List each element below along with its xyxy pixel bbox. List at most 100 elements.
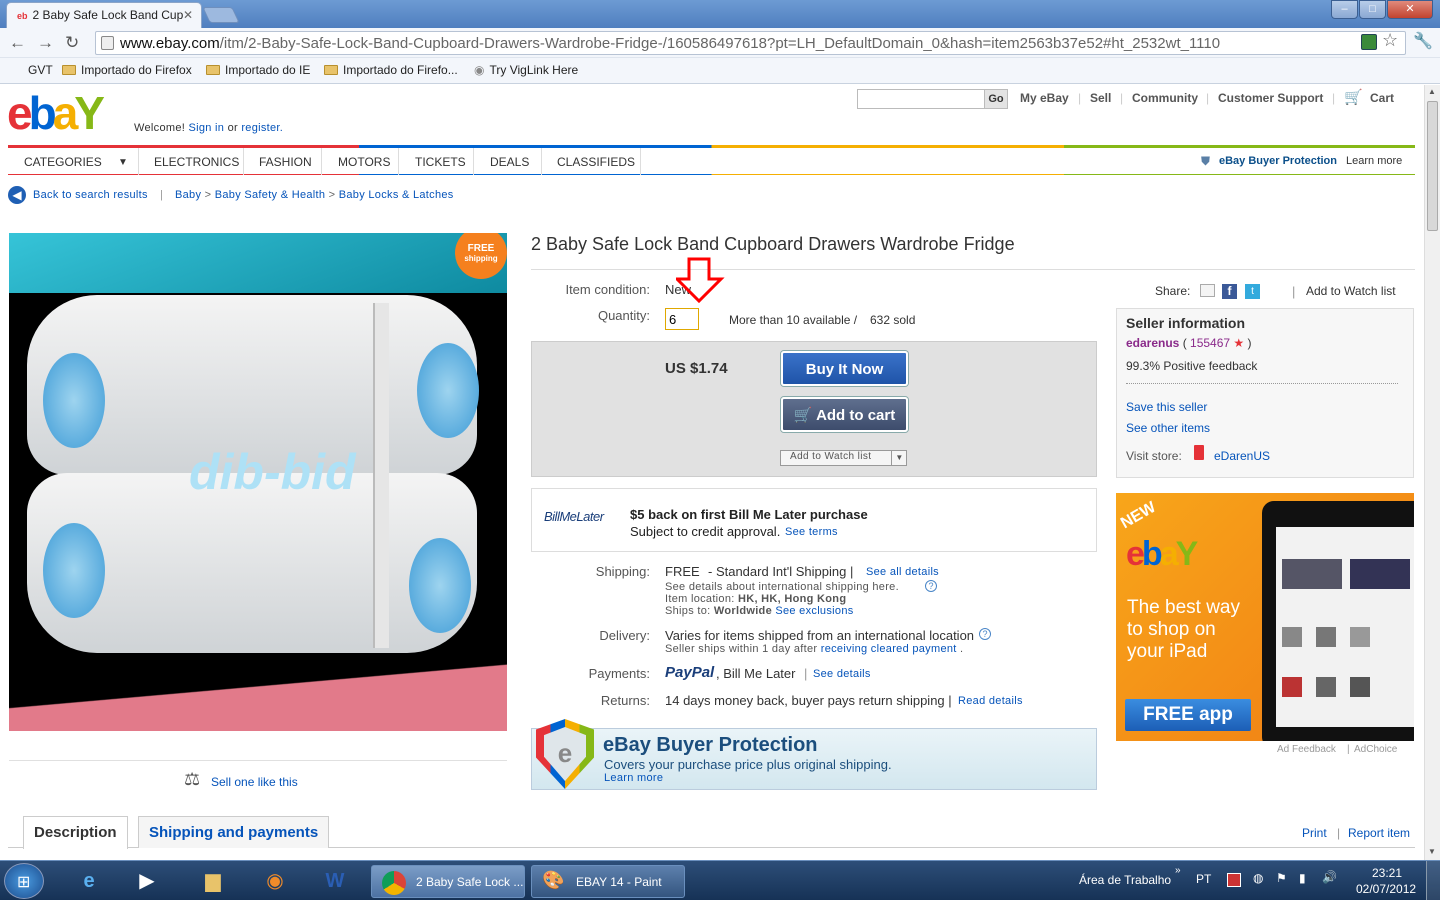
volume-icon[interactable]: 🔊: [1322, 870, 1337, 884]
breadcrumb-locks[interactable]: Baby Locks & Latches: [339, 189, 454, 201]
word-icon[interactable]: W: [318, 865, 352, 897]
bookmark-star-icon[interactable]: ☆: [1382, 30, 1398, 51]
buyer-protection-learn-more[interactable]: Learn more: [1346, 155, 1402, 167]
see-terms-link[interactable]: See terms: [785, 526, 838, 538]
taskbar-paint[interactable]: 🎨 EBAY 14 - Paint: [531, 865, 685, 898]
media-player-icon[interactable]: ▶: [130, 865, 164, 897]
start-button[interactable]: ⊞: [4, 863, 44, 899]
address-bar[interactable]: www.ebay.com/itm/2-Baby-Safe-Lock-Band-C…: [95, 31, 1406, 55]
chevron-down-icon[interactable]: ▼: [118, 157, 128, 168]
sell-one-link[interactable]: Sell one like this: [211, 775, 298, 789]
scroll-down-icon[interactable]: ▼: [1428, 847, 1436, 856]
tab-description[interactable]: Description: [23, 816, 128, 849]
chevron-down-icon[interactable]: ▼: [891, 451, 907, 465]
bookmark-viglink[interactable]: ◉ Try VigLink Here: [474, 63, 578, 77]
facebook-icon[interactable]: f: [1222, 284, 1237, 299]
deals-link[interactable]: DEALS: [490, 155, 529, 169]
tray-antivirus-icon[interactable]: [1227, 873, 1241, 887]
see-all-details-link[interactable]: See all details: [866, 566, 939, 578]
new-tab-button[interactable]: [202, 7, 240, 23]
customer-support-link[interactable]: Customer Support: [1218, 91, 1323, 105]
my-ebay-link[interactable]: My eBay: [1020, 91, 1069, 105]
scroll-up-icon[interactable]: ▲: [1428, 87, 1436, 96]
community-link[interactable]: Community: [1132, 91, 1198, 105]
browser-tab[interactable]: eb 2 Baby Safe Lock Band Cup ✕: [6, 2, 202, 28]
report-item-link[interactable]: Report item: [1348, 826, 1410, 840]
categories-menu[interactable]: CATEGORIES: [24, 155, 102, 169]
quantity-input[interactable]: [665, 308, 699, 330]
protection-learn-more[interactable]: Learn more: [604, 772, 663, 784]
help-icon[interactable]: ?: [979, 628, 991, 640]
bookmark-folder-firefox[interactable]: Importado do Firefox: [62, 63, 192, 77]
forward-arrow-icon[interactable]: →: [37, 33, 54, 53]
buy-it-now-button[interactable]: Buy It Now: [781, 351, 908, 386]
close-window-button[interactable]: ✕: [1387, 0, 1433, 19]
breadcrumb-baby[interactable]: Baby: [175, 189, 201, 201]
cart-link[interactable]: Cart: [1370, 91, 1394, 105]
see-exclusions-link[interactable]: See exclusions: [775, 605, 853, 617]
product-image[interactable]: dib-bid FREE shipping: [9, 233, 507, 731]
clock-date[interactable]: 02/07/2012: [1356, 882, 1416, 896]
electronics-link[interactable]: ELECTRONICS: [154, 155, 239, 169]
add-to-cart-button[interactable]: 🛒 Add to cart: [781, 397, 908, 432]
motors-link[interactable]: MOTORS: [338, 155, 390, 169]
cart-icon[interactable]: 🛒: [1344, 88, 1363, 106]
classifieds-link[interactable]: CLASSIFIEDS: [557, 155, 635, 169]
go-button[interactable]: Go: [984, 89, 1008, 109]
fashion-link[interactable]: FASHION: [259, 155, 312, 169]
wrench-icon[interactable]: 🔧: [1413, 31, 1433, 51]
read-details-link[interactable]: Read details: [958, 695, 1023, 707]
chevron-right-icon[interactable]: »: [1175, 865, 1181, 876]
internet-explorer-icon[interactable]: e: [72, 865, 106, 897]
add-to-watch-list-button[interactable]: Add to Watch list ▼: [780, 450, 907, 466]
sign-in-link[interactable]: Sign in: [188, 122, 224, 134]
maximize-button[interactable]: □: [1359, 0, 1386, 19]
extension-icon[interactable]: [1361, 34, 1377, 50]
tab-close-icon[interactable]: ✕: [183, 8, 193, 22]
reload-icon[interactable]: ↻: [65, 33, 79, 53]
bookmark-folder-ie[interactable]: Importado do IE: [206, 63, 310, 77]
clock-time[interactable]: 23:21: [1372, 866, 1402, 880]
breadcrumb-safety[interactable]: Baby Safety & Health: [215, 189, 326, 201]
sold-link[interactable]: 632 sold: [870, 313, 915, 327]
flag-icon[interactable]: ⚑: [1276, 871, 1287, 885]
firefox-icon[interactable]: ◉: [258, 865, 292, 897]
back-arrow-icon[interactable]: ←: [9, 33, 26, 53]
ipad-ad[interactable]: NEW ebaY The best way to shop on your iP…: [1116, 493, 1414, 741]
show-desktop-button[interactable]: [1426, 861, 1440, 900]
tickets-link[interactable]: TICKETS: [415, 155, 466, 169]
payments-see-details-link[interactable]: See details: [813, 668, 871, 680]
back-arrow-icon[interactable]: ◀: [8, 186, 26, 204]
add-to-watch-list-link[interactable]: Add to Watch list: [1306, 284, 1396, 298]
ebay-logo[interactable]: ebaY: [7, 87, 105, 139]
help-icon[interactable]: ?: [925, 580, 937, 592]
email-icon[interactable]: [1200, 284, 1215, 297]
tab-shipping-payments[interactable]: Shipping and payments: [138, 816, 330, 848]
buyer-protection-banner[interactable]: e eBay Buyer Protection Covers your purc…: [531, 719, 1097, 790]
feedback-score-link[interactable]: 155467: [1190, 336, 1230, 350]
see-other-items-link[interactable]: See other items: [1126, 421, 1210, 435]
seller-name-link[interactable]: edarenus: [1126, 336, 1179, 350]
network-icon[interactable]: ▮: [1299, 871, 1306, 885]
cleared-payment-link[interactable]: receiving cleared payment: [821, 643, 957, 655]
twitter-icon[interactable]: t: [1245, 284, 1260, 299]
scroll-thumb[interactable]: [1427, 101, 1438, 231]
language-indicator[interactable]: PT: [1196, 872, 1211, 886]
minimize-button[interactable]: –: [1331, 0, 1358, 19]
free-app-button[interactable]: FREE app: [1125, 699, 1251, 731]
store-link[interactable]: eDarenUS: [1214, 449, 1270, 463]
ad-feedback-link[interactable]: Ad Feedback: [1277, 744, 1336, 755]
adchoice-link[interactable]: AdChoice: [1354, 744, 1397, 755]
bookmark-gvt[interactable]: GVT: [28, 63, 53, 77]
register-link[interactable]: register.: [241, 122, 283, 134]
sell-link[interactable]: Sell: [1090, 91, 1111, 105]
taskbar-chrome[interactable]: 2 Baby Safe Lock ...: [371, 865, 525, 898]
tray-icon[interactable]: ◍: [1253, 871, 1263, 885]
header-search-input[interactable]: [857, 89, 985, 109]
desktop-toolbar-label[interactable]: Área de Trabalho: [1079, 873, 1171, 887]
save-seller-link[interactable]: Save this seller: [1126, 400, 1207, 414]
print-link[interactable]: Print: [1302, 826, 1327, 840]
back-to-search-link[interactable]: Back to search results: [33, 189, 148, 201]
page-scrollbar[interactable]: ▲ ▼: [1424, 85, 1440, 860]
explorer-folder-icon[interactable]: ▆: [196, 865, 230, 897]
